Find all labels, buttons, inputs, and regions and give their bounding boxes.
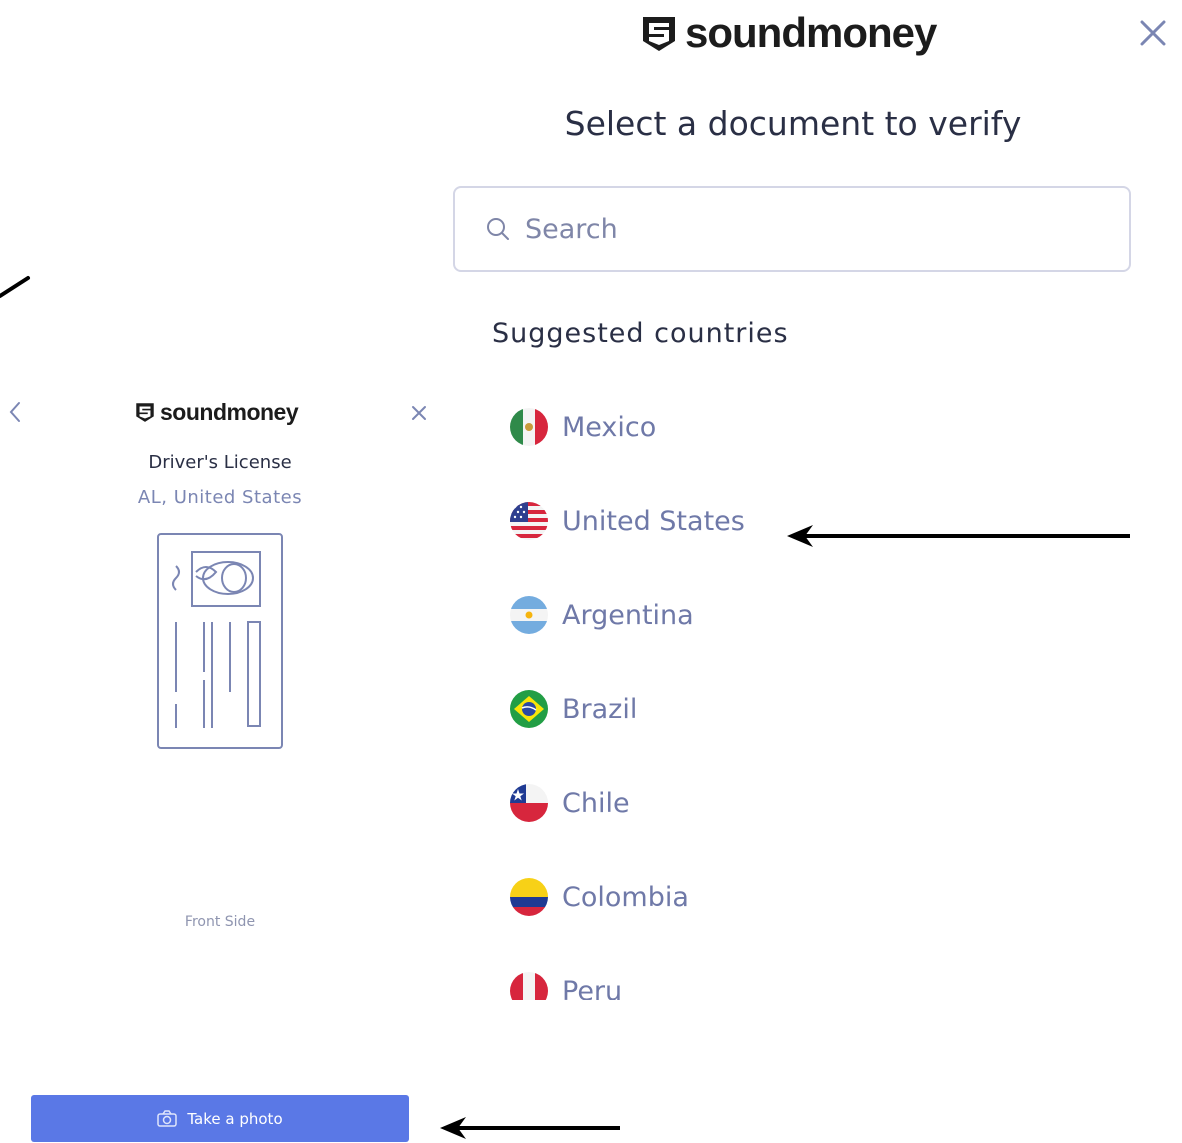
take-photo-button[interactable]: Take a photo <box>31 1095 409 1142</box>
soundmoney-logo-icon <box>136 403 154 422</box>
back-chevron-icon[interactable] <box>6 400 24 424</box>
us-flag-icon <box>510 502 548 540</box>
annotation-arrow-icon <box>440 1117 620 1139</box>
brazil-flag-icon <box>510 690 548 728</box>
country-name: Brazil <box>562 693 638 725</box>
search-icon <box>487 218 509 240</box>
soundmoney-logo: soundmoney <box>637 8 937 58</box>
annotation-arrow-icon <box>787 525 1130 547</box>
country-name: Peru <box>562 975 623 1001</box>
search-input[interactable] <box>523 212 1087 246</box>
country-name: United States <box>562 505 745 537</box>
country-name: Chile <box>562 787 630 819</box>
chile-flag-icon <box>510 784 548 822</box>
logo-text: soundmoney <box>160 398 299 425</box>
country-list: Mexico United States Argentina Brazil Ch… <box>500 380 1140 1000</box>
close-icon[interactable] <box>410 404 428 422</box>
logo-text: soundmoney <box>685 9 937 56</box>
drivers-license-illustration-icon <box>157 533 283 749</box>
country-name: Colombia <box>562 881 689 913</box>
country-name: Mexico <box>562 411 657 443</box>
search-box[interactable] <box>453 186 1131 272</box>
country-name: Argentina <box>562 599 694 631</box>
country-item-mexico[interactable]: Mexico <box>510 402 656 452</box>
soundmoney-logo-small: soundmoney <box>133 398 299 426</box>
country-item-chile[interactable]: Chile <box>510 778 630 828</box>
annotation-line-icon <box>0 276 30 298</box>
colombia-flag-icon <box>510 878 548 916</box>
country-item-argentina[interactable]: Argentina <box>510 590 694 640</box>
country-item-colombia[interactable]: Colombia <box>510 872 689 922</box>
suggested-countries-heading: Suggested countries <box>492 318 789 349</box>
side-label: Front Side <box>184 914 256 930</box>
document-region: AL, United States <box>137 487 303 508</box>
page-title: Select a document to verify <box>564 104 1022 143</box>
country-item-united-states[interactable]: United States <box>510 496 745 546</box>
mexico-flag-icon <box>510 408 548 446</box>
country-item-brazil[interactable]: Brazil <box>510 684 637 734</box>
document-type: Driver's License <box>148 452 292 473</box>
peru-flag-icon <box>510 972 548 1000</box>
take-photo-label: Take a photo <box>187 1109 283 1128</box>
close-icon[interactable] <box>1138 18 1168 48</box>
soundmoney-logo-icon <box>643 17 675 51</box>
country-item-peru[interactable]: Peru <box>510 966 622 1000</box>
argentina-flag-icon <box>510 596 548 634</box>
camera-icon <box>157 1110 178 1127</box>
